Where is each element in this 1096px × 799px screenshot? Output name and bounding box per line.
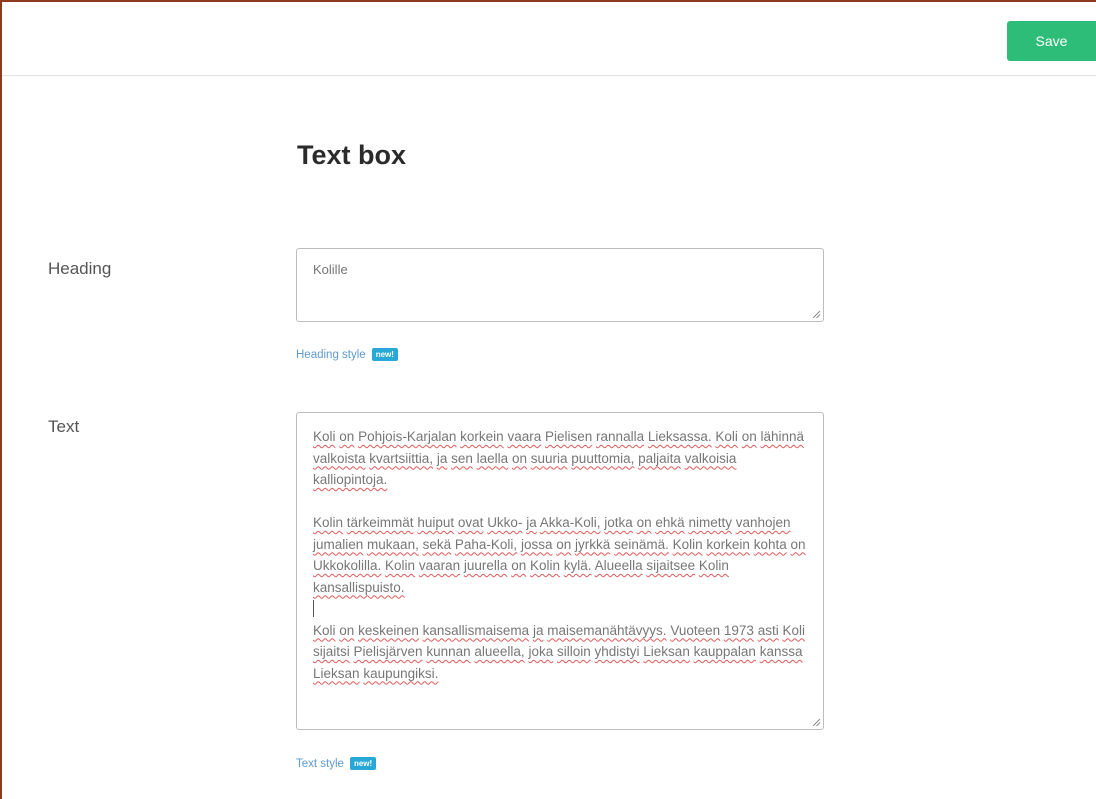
spellcheck-word: asti: [757, 622, 779, 638]
spellcheck-word: kvartsiittia,: [369, 450, 434, 466]
spellcheck-word: Kolin: [313, 515, 344, 530]
spellcheck-word: kansallismaisema: [422, 622, 530, 638]
spellcheck-word: Kolin: [698, 558, 729, 573]
spellcheck-word: Koli: [782, 622, 805, 638]
spellcheck-word: sijaitsi: [313, 644, 350, 659]
text-paragraph: Koli on Pohjois-Karjalan korkein vaara P…: [313, 426, 807, 491]
spellcheck-word: Koli: [313, 429, 336, 444]
spellcheck-word: mukaan,: [367, 536, 419, 552]
spellcheck-word: kunnan: [426, 644, 471, 659]
text-paragraph: Kolin tärkeimmät huiput ovat Ukko- ja Ak…: [313, 512, 807, 598]
spellcheck-word: Akka-Koli,: [539, 515, 601, 530]
spellcheck-word: Lieksan: [313, 665, 360, 681]
heading-style-label: Heading style: [296, 348, 366, 361]
spellcheck-word: sekä: [422, 536, 452, 552]
spellcheck-word: rannalla: [596, 429, 645, 444]
page-title: Text box: [297, 140, 407, 170]
spellcheck-word: nimetty: [688, 515, 732, 530]
spellcheck-word: on: [636, 515, 652, 530]
text-textarea[interactable]: Koli on Pohjois-Karjalan korkein vaara P…: [296, 412, 824, 730]
spellcheck-word: kalliopintoja.: [313, 472, 388, 487]
spellcheck-word: jossa: [520, 536, 553, 552]
top-toolbar: [2, 2, 1096, 76]
spellcheck-word: valkoista: [313, 450, 366, 466]
spellcheck-word: kaupungiksi.: [363, 665, 439, 681]
spellcheck-word: jumalien: [313, 536, 364, 552]
spellcheck-word: Koli: [313, 622, 336, 638]
spellcheck-word: vaara: [507, 429, 542, 444]
spellcheck-word: Pohjois-Karjalan: [358, 429, 457, 444]
spellcheck-word: sen: [451, 450, 473, 466]
spellcheck-word: lähinnä: [760, 429, 805, 444]
heading-input-value: Kolille: [313, 262, 348, 277]
spellcheck-word: tärkeimmät: [346, 515, 414, 530]
resize-grip-icon[interactable]: [812, 718, 821, 727]
text-style-link[interactable]: Text style new!: [296, 757, 377, 770]
spellcheck-word: jotka: [604, 515, 633, 530]
spellcheck-word: vanhojen: [735, 515, 791, 530]
spellcheck-word: juurella: [463, 558, 508, 573]
spellcheck-word: ehkä: [655, 515, 685, 530]
spellcheck-word: kanssa: [759, 644, 803, 659]
spellcheck-word: korkein: [706, 536, 750, 552]
spellcheck-word: huiput: [417, 515, 455, 530]
text-label: Text: [48, 417, 80, 436]
spellcheck-word: kohta: [753, 536, 787, 552]
save-button[interactable]: Save: [1007, 21, 1096, 61]
spellcheck-word: on: [556, 536, 572, 552]
spellcheck-word: ovat: [457, 515, 484, 530]
spellcheck-word: yhdistyi: [594, 644, 640, 659]
spellcheck-word: Lieksan: [643, 644, 690, 659]
spellcheck-word: Alueella: [594, 558, 643, 573]
heading-style-link[interactable]: Heading style new!: [296, 348, 398, 361]
spellcheck-word: on: [790, 536, 806, 552]
spellcheck-word: alueella,: [474, 644, 525, 659]
spellcheck-word: ja: [436, 450, 448, 466]
spellcheck-word: maisemanähtävyys.: [547, 622, 667, 638]
spellcheck-word: korkein: [460, 429, 504, 444]
spellcheck-word: Lieksassa.: [647, 429, 712, 444]
spellcheck-word: Kolin: [529, 558, 561, 573]
spellcheck-word: vaaran: [418, 558, 461, 573]
spellcheck-word: Pielisen: [545, 429, 593, 444]
resize-grip-icon[interactable]: [812, 310, 821, 319]
spellcheck-word: seinämä.: [614, 536, 669, 552]
spellcheck-word: keskeinen: [358, 622, 419, 638]
spellcheck-word: suuria: [530, 450, 568, 466]
heading-label: Heading: [48, 259, 112, 278]
spellcheck-word: Ukkokolilla.: [313, 558, 382, 573]
spellcheck-word: silloin: [556, 644, 591, 659]
spellcheck-word: Koli: [715, 429, 738, 444]
spellcheck-word: sijaitsee: [646, 558, 696, 573]
spellcheck-word: ja: [532, 622, 544, 638]
spellcheck-word: Paha-Koli,: [454, 536, 518, 552]
spellcheck-word: jyrkkä: [575, 536, 611, 552]
new-badge: new!: [349, 757, 377, 770]
text-paragraph: Koli on keskeinen kansallismaisema ja ma…: [313, 620, 807, 685]
spellcheck-word: kansallispuisto.: [313, 579, 405, 595]
spellcheck-word: laella: [476, 450, 509, 466]
new-badge: new!: [371, 348, 398, 361]
spellcheck-word: kylä.: [563, 558, 592, 573]
spellcheck-word: kauppalan: [693, 644, 756, 659]
spellcheck-word: on: [339, 429, 355, 444]
spellcheck-word: 1973: [723, 622, 754, 638]
spellcheck-word: on: [741, 429, 757, 444]
spellcheck-word: Kolin: [672, 536, 703, 552]
spellcheck-word: on: [511, 450, 527, 466]
text-caret: [313, 600, 314, 617]
spellcheck-word: on: [511, 558, 527, 573]
text-style-label: Text style: [296, 757, 344, 770]
spellcheck-word: Vuoteen: [670, 622, 721, 638]
spellcheck-word: puuttomia,: [571, 450, 635, 466]
spellcheck-word: Pielisjärven: [353, 644, 423, 659]
spellcheck-word: Ukko-: [487, 515, 523, 530]
spellcheck-word: valkoisia: [684, 450, 737, 466]
spellcheck-word: paljaita: [638, 450, 681, 466]
spellcheck-word: Kolin: [385, 558, 416, 573]
spellcheck-word: ja: [526, 515, 537, 530]
spellcheck-word: on: [339, 622, 355, 638]
spellcheck-word: joka: [528, 644, 554, 659]
heading-input[interactable]: Kolille: [296, 248, 824, 322]
